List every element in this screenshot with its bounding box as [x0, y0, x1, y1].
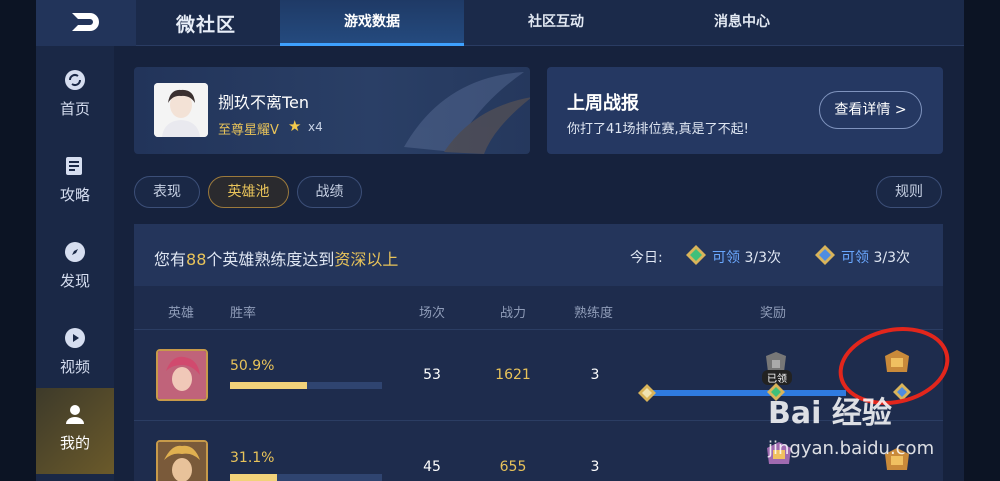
avatar[interactable]: [154, 83, 208, 137]
sidebar-item-label: 视频: [59, 358, 90, 376]
matches-value: 53: [423, 367, 441, 383]
mastery-value: 3: [590, 367, 600, 383]
sidebar-item-label: 攻略: [59, 186, 90, 204]
winrate-bar-fill: [230, 382, 308, 389]
hero-portrait-icon: [158, 442, 206, 481]
col-mastery: 熟练度: [574, 306, 614, 321]
col-reward: 奖励: [760, 306, 787, 321]
guide-icon: [66, 157, 82, 175]
summary-count: 88: [186, 250, 207, 269]
mastery-value: 3: [590, 459, 600, 475]
filter-performance[interactable]: 表现: [134, 176, 200, 208]
sidebar-item-label: 我的: [59, 434, 90, 452]
right-bezel: [964, 0, 1000, 481]
profile-card[interactable]: 捌玖不离Ten 至尊星耀V ★ x4: [134, 67, 530, 154]
hero-avatar[interactable]: [156, 349, 208, 401]
back-button[interactable]: [36, 0, 136, 46]
col-matches: 场次: [419, 306, 446, 321]
summary-level: 资深以上: [334, 250, 399, 269]
hero-avatar[interactable]: [156, 440, 208, 481]
sidebar-item-mine[interactable]: 我的: [36, 388, 114, 474]
filter-records[interactable]: 战绩: [297, 176, 362, 208]
tab-messages[interactable]: 消息中心: [650, 0, 834, 46]
winrate-bar-fill: [230, 474, 278, 481]
tab-community[interactable]: 社区互动: [464, 0, 648, 46]
baidu-watermark-url: jingyan.baidu.com: [768, 438, 935, 459]
user-name: 捌玖不离Ten: [218, 93, 310, 112]
back-logo-icon: [72, 13, 99, 31]
sidebar-item-video[interactable]: 视频: [36, 312, 114, 392]
star-count: x4: [308, 120, 323, 134]
left-bezel: [0, 0, 36, 481]
user-icon: [66, 405, 84, 424]
decor-wing-icon: [404, 72, 530, 154]
row-divider: [134, 329, 943, 330]
today-label: 今日:: [630, 250, 663, 266]
winrate-text: 50.9%: [230, 358, 275, 374]
sidebar-item-home[interactable]: 首页: [36, 54, 114, 134]
power-value: 1621: [495, 367, 531, 383]
star-icon: ★: [288, 117, 302, 135]
sidebar-item-label: 发现: [59, 272, 90, 290]
app-title: 微社区: [176, 14, 237, 36]
claim-reward-1[interactable]: 可领 3/3次: [712, 247, 781, 267]
avatar-portrait-icon: [154, 83, 208, 137]
filter-hero-pool[interactable]: 英雄池: [208, 176, 289, 208]
summary-text: 您有88个英雄熟练度达到资深以上: [154, 250, 399, 269]
hero-portrait-icon: [158, 351, 206, 399]
power-value: 655: [499, 459, 527, 475]
col-power: 战力: [500, 306, 527, 321]
rank-label: 至尊星耀V: [218, 123, 279, 138]
compass-icon: [65, 242, 85, 262]
sidebar: 首页 攻略 发现 视频 我的: [36, 46, 114, 481]
panel-header: 您有88个英雄熟练度达到资深以上 今日: 可领 3/3次 可领 3/3次: [134, 224, 943, 286]
winrate-bar: [230, 382, 382, 389]
sidebar-item-discover[interactable]: 发现: [36, 226, 114, 306]
report-subtitle: 你打了41场排位赛,真是了不起!: [567, 122, 749, 137]
col-hero: 英雄: [168, 306, 195, 321]
col-winrate: 胜率: [230, 306, 257, 321]
view-details-button[interactable]: 查看详情 >: [819, 91, 922, 129]
tab-game-data[interactable]: 游戏数据: [280, 0, 464, 46]
winrate-text: 31.1%: [230, 450, 275, 466]
green-gem-icon: [686, 245, 706, 265]
blue-gem-icon: [815, 245, 835, 265]
sidebar-item-label: 首页: [59, 100, 90, 118]
matches-value: 45: [423, 459, 441, 475]
baidu-watermark: Bai 经验: [768, 396, 892, 431]
sidebar-item-guide[interactable]: 攻略: [36, 140, 114, 220]
rules-button[interactable]: 规则: [876, 176, 942, 208]
report-title: 上周战报: [567, 93, 639, 114]
winrate-bar: [230, 474, 382, 481]
refresh-icon: [65, 70, 85, 90]
top-bar: 微社区 游戏数据 社区互动 消息中心: [36, 0, 964, 46]
weekly-report-card: 上周战报 你打了41场排位赛,真是了不起! 查看详情 >: [547, 67, 943, 154]
claim-reward-2[interactable]: 可领 3/3次: [841, 247, 910, 267]
reward-node-gem-icon: [638, 384, 656, 402]
play-icon: [65, 328, 85, 348]
